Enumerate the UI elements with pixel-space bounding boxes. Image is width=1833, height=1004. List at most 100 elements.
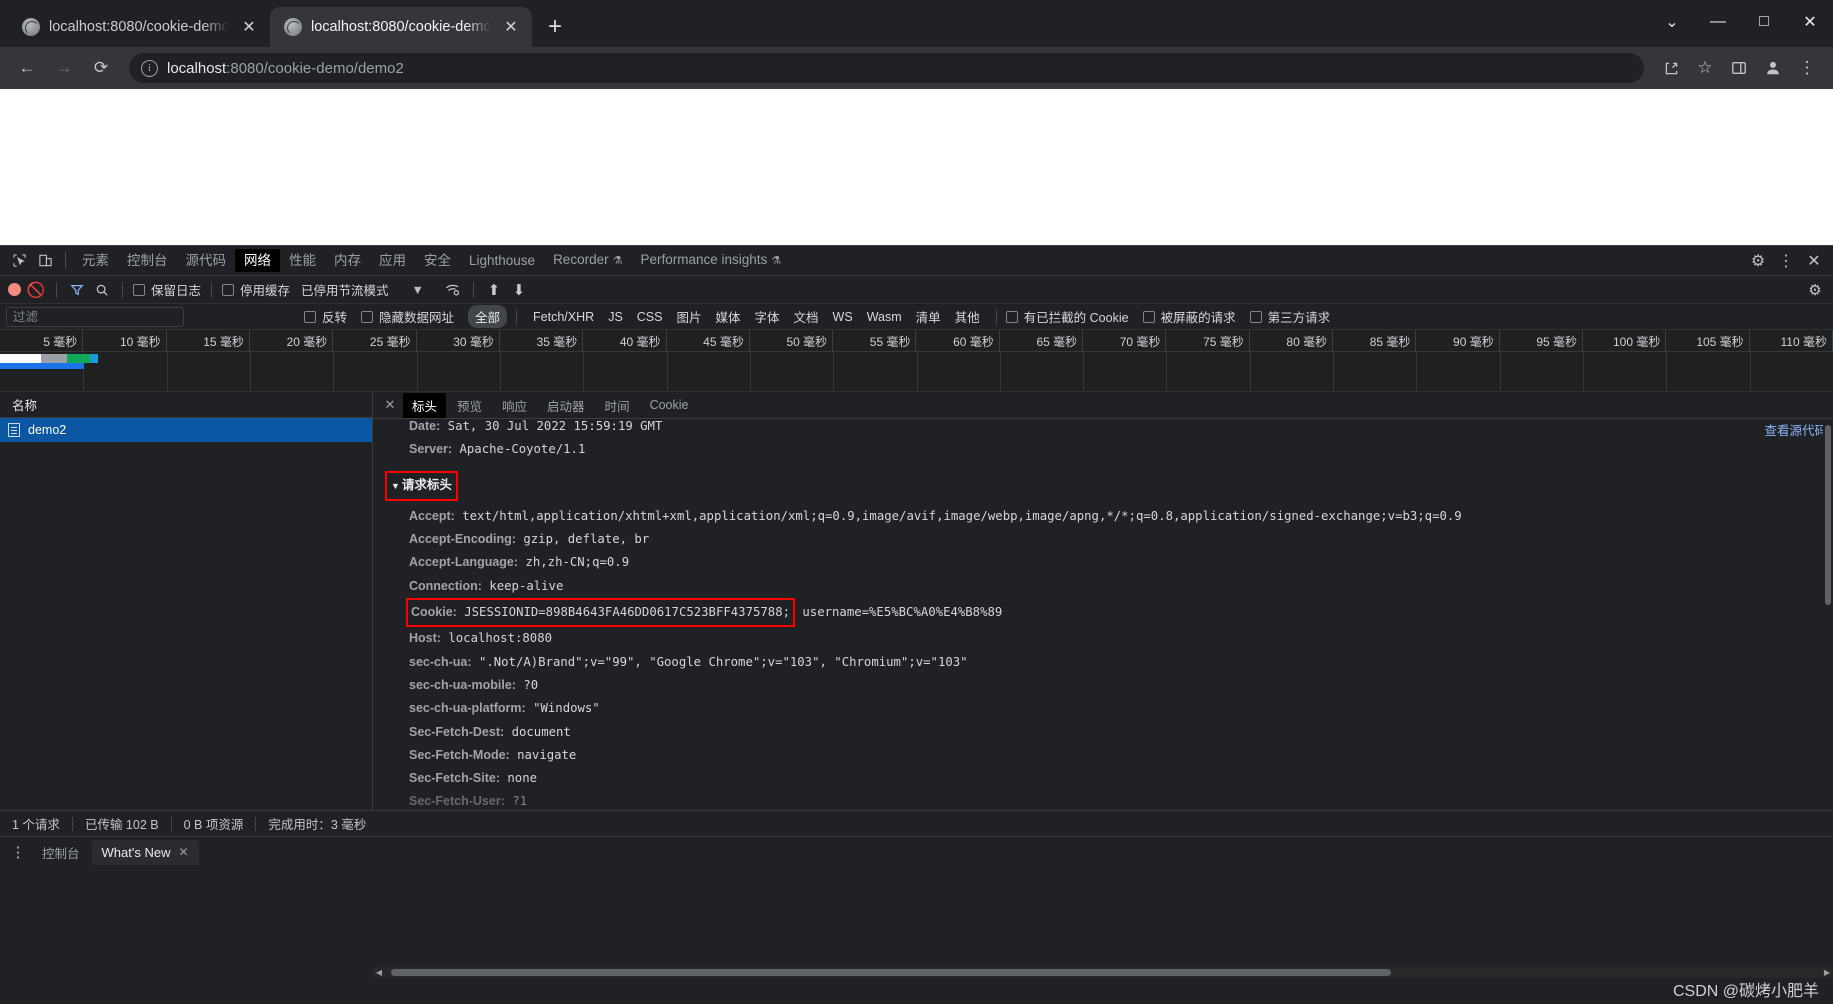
hide-data-urls-checkbox[interactable]: 隐藏数据网址 — [361, 307, 454, 326]
side-panel-icon[interactable] — [1723, 52, 1755, 84]
blocked-requests-checkbox[interactable]: 被屏蔽的请求 — [1142, 307, 1236, 326]
export-har-icon[interactable]: ⬇ — [509, 280, 529, 300]
scrollbar-thumb[interactable] — [1825, 425, 1831, 605]
filter-type-img[interactable]: 图片 — [669, 305, 708, 328]
devtools-tab-application[interactable]: 应用 — [370, 249, 415, 272]
devtools-tab-console[interactable]: 控制台 — [118, 249, 177, 272]
devtools-tab-performance[interactable]: 性能 — [280, 249, 325, 272]
invert-checkbox[interactable]: 反转 — [304, 307, 347, 326]
filter-type-other[interactable]: 其他 — [948, 305, 987, 328]
timeline-tick-label: 50 毫秒 — [786, 335, 828, 349]
header-value: zh,zh-CN;q=0.9 — [525, 555, 630, 570]
detail-tab-response[interactable]: 响应 — [493, 393, 536, 418]
devtools-tab-sources[interactable]: 源代码 — [177, 249, 236, 272]
timeline-tick-label: 55 毫秒 — [869, 335, 911, 349]
detail-tab-cookie[interactable]: Cookie — [641, 395, 698, 415]
devtools-more-icon[interactable]: ⋮ — [1773, 248, 1799, 274]
drawer-tab-console[interactable]: 控制台 — [34, 840, 88, 865]
network-settings-gear-icon[interactable]: ⚙ — [1805, 280, 1825, 300]
devtools-close-icon[interactable]: ✕ — [1801, 248, 1827, 274]
third-party-checkbox[interactable]: 第三方请求 — [1249, 307, 1330, 326]
filter-type-js[interactable]: JS — [601, 308, 630, 326]
chevron-down-icon[interactable]: ▼ — [412, 283, 424, 297]
timeline-gridlines — [0, 352, 1833, 391]
filter-type-css[interactable]: CSS — [630, 308, 670, 326]
drawer-menu-icon[interactable]: ⋮ — [6, 840, 30, 864]
close-icon[interactable]: ✕ — [238, 16, 260, 38]
devtools-tab-network[interactable]: 网络 — [235, 249, 280, 272]
new-tab-button[interactable]: + — [538, 10, 572, 44]
device-toolbar-icon[interactable] — [32, 248, 58, 274]
close-icon[interactable]: ✕ — [500, 16, 522, 38]
detail-horizontal-scrollbar[interactable]: ◀ ▶ — [373, 967, 1833, 978]
detail-tab-initiator[interactable]: 启动器 — [538, 393, 594, 418]
detail-vertical-scrollbar[interactable] — [1823, 419, 1833, 810]
scroll-left-arrow[interactable]: ◀ — [373, 968, 385, 977]
filter-type-doc[interactable]: 文档 — [787, 305, 826, 328]
close-detail-icon[interactable]: ✕ — [379, 394, 401, 416]
throttling-label[interactable]: 已停用节流模式 — [301, 280, 389, 299]
reload-icon[interactable]: ⟳ — [84, 51, 118, 85]
drawer-tab-whats-new[interactable]: What's New ✕ — [91, 839, 199, 865]
filter-type-wasm[interactable]: Wasm — [860, 308, 909, 326]
tab-search-icon[interactable]: ⌄ — [1649, 0, 1695, 44]
divider — [71, 816, 73, 831]
forward-icon[interactable]: → — [47, 51, 81, 85]
devtools-tab-security[interactable]: 安全 — [415, 249, 460, 272]
url-host: localhost — [167, 59, 227, 77]
close-window-button[interactable]: ✕ — [1787, 0, 1833, 44]
resources-size: 0 B 项资源 — [183, 818, 244, 832]
back-icon[interactable]: ← — [10, 51, 44, 85]
filter-type-manifest[interactable]: 清单 — [909, 305, 948, 328]
blocked-cookies-checkbox[interactable]: 有已拦截的 Cookie — [1005, 307, 1129, 326]
view-source-link[interactable]: 查看源代码 — [1764, 420, 1827, 439]
header-line-connection: Connection: keep-alive — [385, 575, 1833, 598]
scroll-right-arrow[interactable]: ▶ — [1821, 968, 1833, 977]
network-overview-timeline[interactable]: 5 毫秒 10 毫秒 15 毫秒 20 毫秒 25 毫秒 30 毫秒 35 毫秒 40 毫秒 4… — [0, 330, 1833, 392]
inspect-element-icon[interactable] — [6, 248, 32, 274]
timeline-tick: 105 毫秒 — [1666, 330, 1750, 352]
detail-tab-preview[interactable]: 预览 — [448, 393, 491, 418]
filter-type-ws[interactable]: WS — [826, 308, 860, 326]
devtools-tab-lighthouse[interactable]: Lighthouse — [460, 249, 544, 272]
scrollbar-track[interactable] — [385, 969, 1821, 976]
profile-avatar-icon[interactable] — [1757, 52, 1789, 84]
share-icon[interactable] — [1655, 52, 1687, 84]
scrollbar-thumb[interactable] — [391, 969, 1391, 976]
request-headers-section-title[interactable]: ▼ 请求标头 — [385, 470, 458, 501]
info-icon[interactable]: i — [141, 59, 158, 77]
browser-tab-2[interactable]: localhost:8080/cookie-demo/d ✕ — [270, 7, 532, 47]
clear-requests-icon[interactable]: 🚫 — [26, 280, 46, 300]
filter-input[interactable]: 过滤 — [6, 306, 184, 327]
detail-tab-timing[interactable]: 时间 — [596, 393, 639, 418]
browser-tab-1[interactable]: localhost:8080/cookie-demo/d ✕ — [8, 7, 270, 47]
timeline-tick-label: 70 毫秒 — [1119, 335, 1161, 349]
minimize-button[interactable]: — — [1695, 0, 1741, 44]
filter-type-fetch-xhr[interactable]: Fetch/XHR — [526, 308, 601, 326]
devtools-tab-memory[interactable]: 内存 — [325, 249, 370, 272]
search-icon[interactable] — [92, 280, 112, 300]
filter-funnel-icon[interactable] — [67, 280, 87, 300]
wifi-settings-icon[interactable] — [443, 280, 463, 300]
address-bar[interactable]: i localhost:8080/cookie-demo/demo2 — [129, 53, 1644, 83]
close-icon[interactable]: ✕ — [178, 845, 188, 859]
filter-type-media[interactable]: 媒体 — [709, 305, 748, 328]
browser-menu-icon[interactable]: ⋮ — [1791, 52, 1823, 84]
detail-tab-headers[interactable]: 标头 — [403, 392, 447, 418]
devtools-tab-elements[interactable]: 元素 — [73, 249, 118, 272]
bookmark-star-icon[interactable]: ☆ — [1689, 52, 1721, 84]
drawer-tab-label: What's New — [101, 844, 171, 860]
import-har-icon[interactable]: ⬆ — [484, 280, 504, 300]
devtools-tab-performance-insights[interactable]: Performance insights ⚗ — [631, 248, 790, 273]
settings-gear-icon[interactable]: ⚙ — [1745, 248, 1771, 274]
header-key: sec-ch-ua: — [409, 654, 472, 669]
filter-type-all[interactable]: 全部 — [468, 305, 508, 328]
disable-cache-checkbox[interactable]: 停用缓存 — [222, 280, 290, 299]
devtools-tab-recorder[interactable]: Recorder ⚗ — [544, 248, 631, 273]
request-list-header[interactable]: 名称 — [0, 392, 372, 418]
preserve-log-checkbox[interactable]: 保留日志 — [133, 280, 201, 299]
filter-type-font[interactable]: 字体 — [748, 305, 787, 328]
request-row-demo2[interactable]: demo2 — [0, 418, 372, 442]
maximize-button[interactable]: □ — [1741, 0, 1787, 44]
record-button-icon[interactable] — [8, 283, 21, 296]
